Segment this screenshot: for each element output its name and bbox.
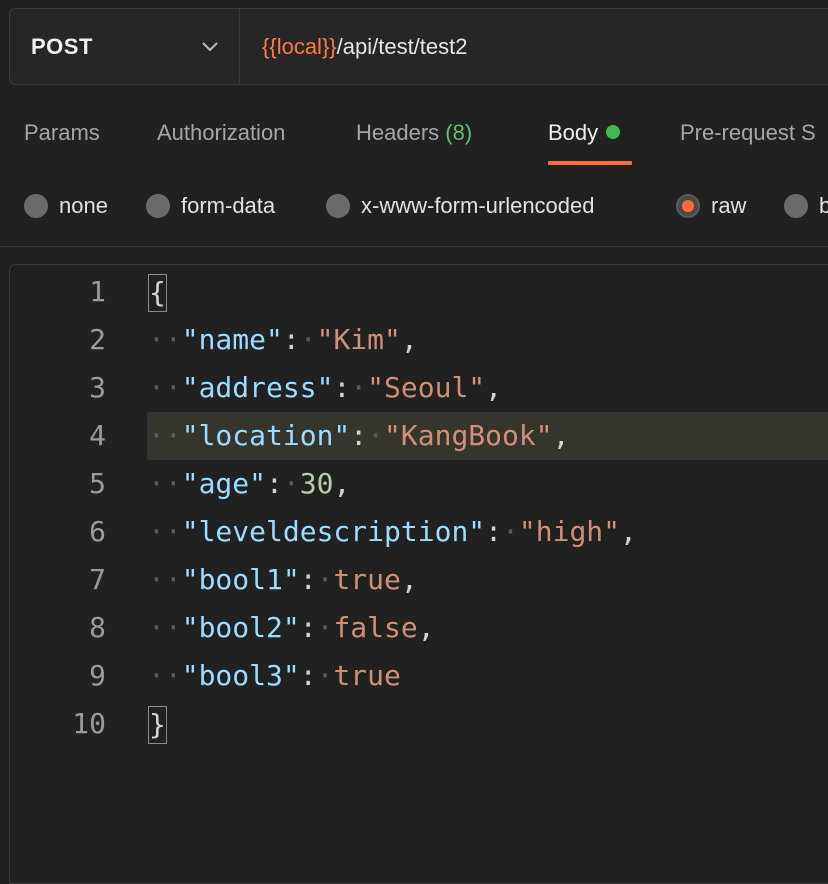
line-number: 6 xyxy=(89,515,106,548)
request-bar: POST {{local}}/api/test/test2 xyxy=(9,8,828,85)
radio-none[interactable]: none xyxy=(24,186,108,226)
code-editor[interactable]: 1 { 2 ··"name":·"Kim", 3 ··"address":·"S… xyxy=(9,264,828,884)
editor-line: 5 ··"age":·30, xyxy=(10,460,828,508)
editor-line: 6 ··"leveldescription":·"high", xyxy=(10,508,828,556)
radio-circle[interactable] xyxy=(24,194,48,218)
radio-circle-selected[interactable] xyxy=(676,194,700,218)
tab-headers[interactable]: Headers (8) xyxy=(356,120,472,146)
line-number: 1 xyxy=(89,275,106,308)
request-tabs: Params Authorization Headers (8) Body Pr… xyxy=(0,110,828,166)
editor-line-current: 4 ··"location":·"KangBook", xyxy=(10,412,828,460)
tab-body[interactable]: Body xyxy=(548,120,621,146)
radio-x-www-form-urlencoded[interactable]: x-www-form-urlencoded xyxy=(326,186,595,226)
line-number: 10 xyxy=(72,707,106,740)
editor-line: 3 ··"address":·"Seoul", xyxy=(10,364,828,412)
headers-count: (8) xyxy=(445,120,473,145)
active-tab-indicator xyxy=(548,161,632,165)
line-number: 8 xyxy=(89,611,106,644)
editor-line: 9 ··"bool3":·true xyxy=(10,652,828,700)
editor-line: 2 ··"name":·"Kim", xyxy=(10,316,828,364)
method-label: POST xyxy=(31,33,93,59)
radio-binary[interactable]: b xyxy=(784,186,828,226)
editor-line: 1 { xyxy=(10,268,828,316)
tab-pre-request-script[interactable]: Pre-request S xyxy=(680,120,816,146)
url-path: /api/test/test2 xyxy=(336,33,468,59)
radio-raw[interactable]: raw xyxy=(676,186,746,226)
editor-line: 10 } xyxy=(10,700,828,748)
radio-circle[interactable] xyxy=(146,194,170,218)
radio-circle[interactable] xyxy=(784,194,808,218)
body-active-dot xyxy=(606,125,621,139)
body-type-options: none form-data x-www-form-urlencoded raw… xyxy=(0,186,828,226)
tab-authorization[interactable]: Authorization xyxy=(157,120,285,146)
editor-line: 8 ··"bool2":·false, xyxy=(10,604,828,652)
radio-form-data[interactable]: form-data xyxy=(146,186,275,226)
url-variable: {{local}} xyxy=(262,33,337,59)
line-number: 3 xyxy=(89,371,106,404)
editor-line: 7 ··"bool1":·true, xyxy=(10,556,828,604)
line-number: 9 xyxy=(89,659,106,692)
line-number: 5 xyxy=(89,467,106,500)
matched-brace: } xyxy=(148,706,167,744)
line-number: 2 xyxy=(89,323,106,356)
tab-params[interactable]: Params xyxy=(24,120,100,146)
chevron-down-icon xyxy=(202,41,218,51)
line-number: 7 xyxy=(89,563,106,596)
method-select[interactable]: POST xyxy=(10,9,240,84)
matched-brace: { xyxy=(148,274,167,312)
divider xyxy=(0,246,828,247)
url-input[interactable]: {{local}}/api/test/test2 xyxy=(240,9,468,84)
line-number: 4 xyxy=(89,419,106,452)
radio-circle[interactable] xyxy=(326,194,350,218)
